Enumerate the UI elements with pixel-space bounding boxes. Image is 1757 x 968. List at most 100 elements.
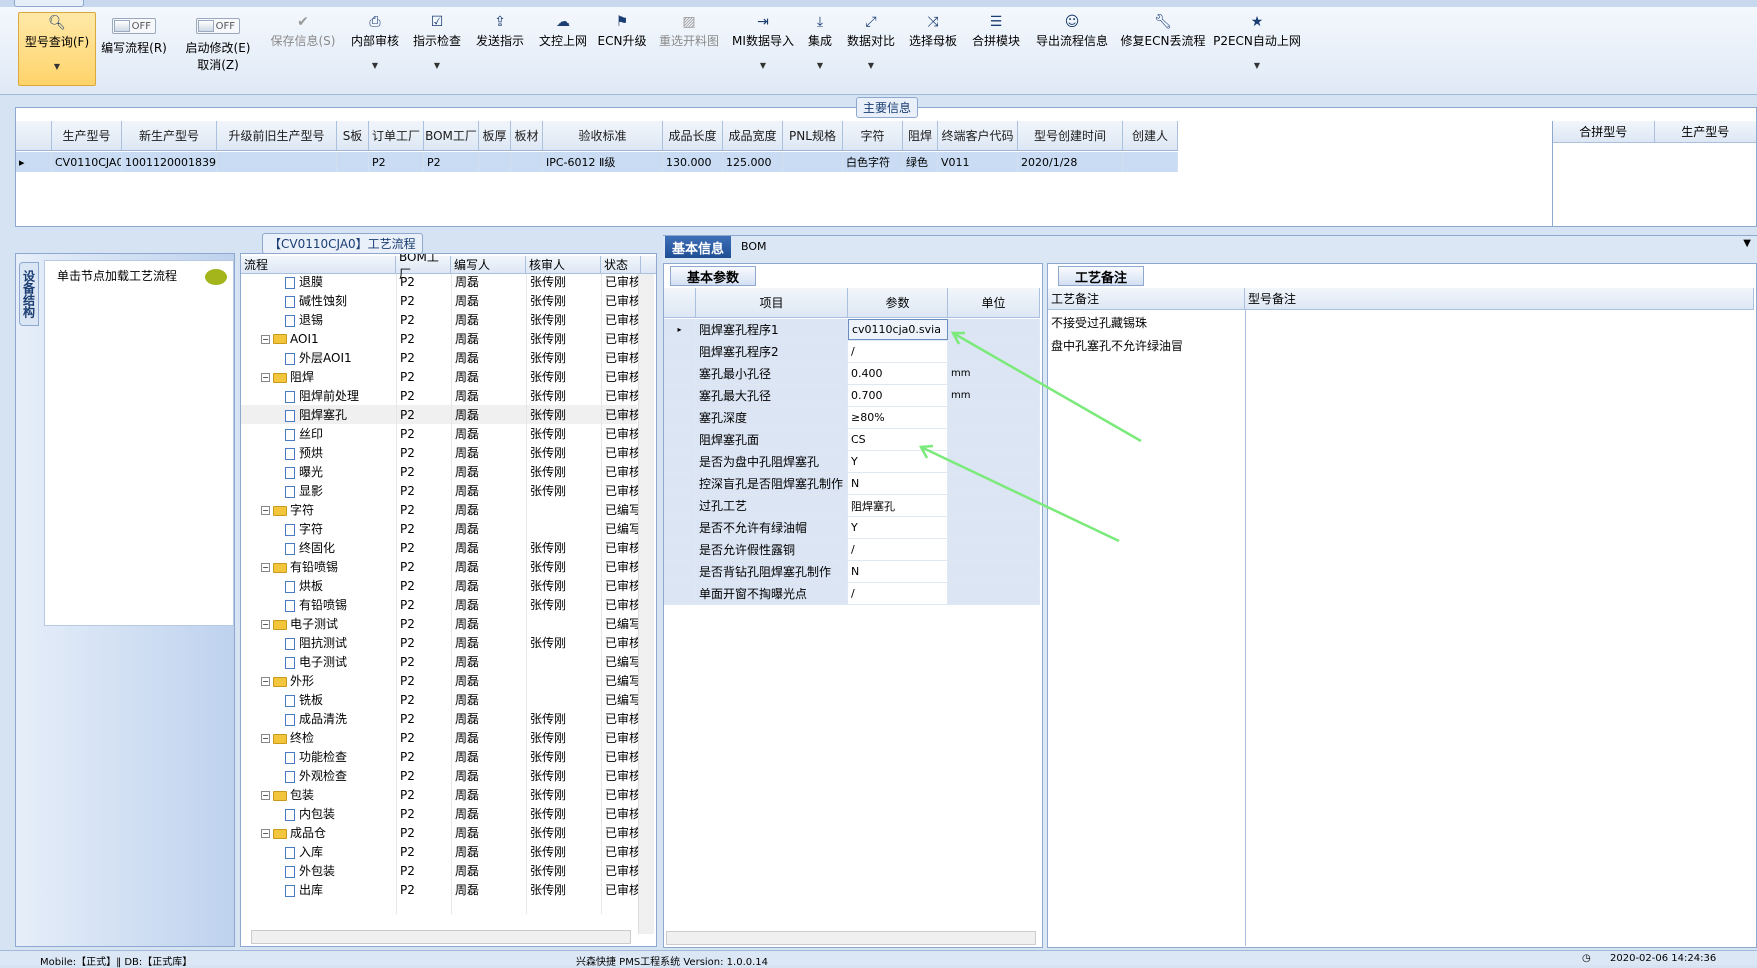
main-col-header[interactable]: PNL规格 [783, 121, 843, 150]
flow-col-header[interactable]: 核审人 [526, 256, 601, 273]
data-compare-button[interactable]: ⤢ 数据对比 ▼ [844, 12, 898, 86]
main-col-header[interactable]: 字符 [843, 121, 903, 150]
flow-row[interactable]: 出库 P2 周磊 张传刚 已审核 [241, 880, 641, 899]
flow-row[interactable]: 阻抗测试 P2 周磊 张传刚 已审核 [241, 633, 641, 652]
main-col-header[interactable]: 板厚 [479, 121, 511, 150]
merge-col-header[interactable]: 合拼型号 [1553, 121, 1655, 142]
flow-row[interactable]: 丝印 P2 周磊 张传刚 已审核 [241, 424, 641, 443]
doc-online-button[interactable]: ☁ 文控上网 [536, 12, 590, 86]
collapse-icon[interactable]: − [261, 334, 270, 344]
main-col-header[interactable]: 型号创建时间 [1018, 121, 1123, 150]
merge-module-button[interactable]: ☰ 合拼模块 [968, 12, 1024, 86]
flow-row[interactable]: 烘板 P2 周磊 张传刚 已审核 [241, 576, 641, 595]
main-cell[interactable]: 白色字符 [843, 152, 903, 172]
flow-row[interactable]: 入库 P2 周磊 张传刚 已审核 [241, 842, 641, 861]
select-mother-button[interactable]: ⤨ 选择母板 [906, 12, 960, 86]
tab-device-structure[interactable]: 设备结构 [19, 262, 39, 326]
flow-row[interactable]: 退膜 P2 周磊 张传刚 已审核 [241, 272, 641, 291]
flow-row[interactable]: 碱性蚀刻 P2 周磊 张传刚 已审核 [241, 291, 641, 310]
collapse-icon[interactable]: − [261, 506, 270, 515]
main-cell[interactable] [511, 152, 543, 172]
write-flow-toggle[interactable]: OFF 编写流程(R) [98, 12, 170, 86]
flow-row[interactable]: − 成品仓 P2 周磊 张传刚 已审核 [241, 823, 641, 842]
main-cell[interactable]: P2 [424, 152, 479, 172]
flow-row[interactable]: 电子测试 P2 周磊 已编写 [241, 652, 641, 671]
flow-row[interactable]: 外包装 P2 周磊 张传刚 已审核 [241, 861, 641, 880]
start-modify-toggle[interactable]: OFF 启动修改(E) 取消(Z) [182, 12, 254, 86]
flow-row[interactable]: 铣板 P2 周磊 已编写 [241, 690, 641, 709]
main-col-header[interactable]: 生产型号 [52, 121, 122, 150]
send-indicator-button[interactable]: ⇪ 发送指示 [472, 12, 528, 86]
main-col-header[interactable]: 订单工厂 [369, 121, 424, 150]
main-cell[interactable]: 125.000 [723, 152, 783, 172]
flow-row[interactable]: 阻焊前处理 P2 周磊 张传刚 已审核 [241, 386, 641, 405]
collapse-icon[interactable]: − [261, 829, 270, 838]
main-cell[interactable]: 2020/1/28 [1018, 152, 1123, 172]
internal-review-button[interactable]: ⎙ 内部审核 ▼ [348, 12, 402, 86]
main-cell[interactable]: 10011200018392 [122, 152, 217, 172]
main-col-header[interactable]: 成品宽度 [723, 121, 783, 150]
collapse-icon[interactable]: − [261, 563, 270, 572]
flow-row[interactable]: 内包装 P2 周磊 张传刚 已审核 [241, 804, 641, 823]
flow-row[interactable]: 终固化 P2 周磊 张传刚 已审核 [241, 538, 641, 557]
main-cell[interactable] [217, 152, 337, 172]
cancel-label[interactable]: 取消(Z) [197, 56, 239, 73]
p2ecn-auto-button[interactable]: ★ P2ECN自动上网 ▼ [1213, 12, 1301, 86]
main-cell[interactable]: 130.000 [663, 152, 723, 172]
flow-row[interactable]: − 阻焊 P2 周磊 张传刚 已审核 [241, 367, 641, 386]
app-tab[interactable] [14, 0, 84, 7]
integrate-button[interactable]: ⤓ 集成 ▼ [804, 12, 836, 86]
query-button[interactable]: 🔍︎ 型号查询(F) ▼ [18, 12, 96, 86]
flow-row[interactable]: 预烘 P2 周磊 张传刚 已审核 [241, 443, 641, 462]
main-col-header[interactable]: 新生产型号 [122, 121, 217, 150]
main-col-header[interactable]: 验收标准 [543, 121, 663, 150]
flow-row[interactable]: − 电子测试 P2 周磊 已编写 [241, 614, 641, 633]
main-cell[interactable] [783, 152, 843, 172]
flow-row[interactable]: 有铅喷锡 P2 周磊 张传刚 已审核 [241, 595, 641, 614]
main-cell[interactable]: V011 [938, 152, 1018, 172]
main-col-header[interactable]: 创建人 [1123, 121, 1178, 150]
main-cell[interactable]: CV0110CJA0 [52, 152, 122, 172]
main-col-header[interactable]: 升级前旧生产型号 [217, 121, 337, 150]
flow-row[interactable]: 退锡 P2 周磊 张传刚 已审核 [241, 310, 641, 329]
collapse-icon[interactable]: − [261, 620, 270, 629]
main-col-header[interactable]: 终端客户代码 [938, 121, 1018, 150]
main-cell[interactable] [1123, 152, 1178, 172]
collapse-icon[interactable]: − [261, 734, 270, 743]
main-col-header[interactable]: 阻焊 [903, 121, 938, 150]
collapse-icon[interactable]: − [261, 791, 270, 800]
toggle-switch[interactable]: OFF [112, 18, 156, 34]
main-cell[interactable]: 绿色 [903, 152, 938, 172]
flow-row[interactable]: 功能检查 P2 周磊 张传刚 已审核 [241, 747, 641, 766]
flow-row[interactable]: 曝光 P2 周磊 张传刚 已审核 [241, 462, 641, 481]
collapse-icon[interactable]: − [261, 677, 270, 686]
flow-row[interactable]: − 外形 P2 周磊 已编写 [241, 671, 641, 690]
flow-col-header[interactable]: 状态 [601, 256, 641, 273]
flow-row[interactable]: 外观检查 P2 周磊 张传刚 已审核 [241, 766, 641, 785]
ecn-upgrade-button[interactable]: ⚑ ECN升级 [598, 12, 647, 86]
flow-row[interactable]: 成品清洗 P2 周磊 张传刚 已审核 [241, 709, 641, 728]
flow-horizontal-scrollbar[interactable] [251, 930, 631, 944]
main-col-header[interactable]: S板 [337, 121, 369, 150]
flow-row[interactable]: − 包装 P2 周磊 张传刚 已审核 [241, 785, 641, 804]
merge-col-header[interactable]: 生产型号 [1655, 121, 1757, 142]
main-col-header[interactable]: BOM工厂 [424, 121, 479, 150]
main-cell[interactable]: P2 [369, 152, 424, 172]
flow-row[interactable]: − 终检 P2 周磊 张传刚 已审核 [241, 728, 641, 747]
main-cell[interactable] [479, 152, 511, 172]
flow-row[interactable]: 字符 P2 周磊 已编写 [241, 519, 641, 538]
flow-col-header[interactable]: 编写人 [451, 256, 526, 273]
flow-row[interactable]: 外层AOI1 P2 周磊 张传刚 已审核 [241, 348, 641, 367]
flow-row[interactable]: − 有铅喷锡 P2 周磊 张传刚 已审核 [241, 557, 641, 576]
main-col-header[interactable]: 成品长度 [663, 121, 723, 150]
flow-row[interactable]: 阻焊塞孔 P2 周磊 张传刚 已审核 [241, 405, 641, 424]
flow-col-header[interactable]: BOM工厂 [396, 254, 451, 281]
flow-row[interactable]: 显影 P2 周磊 张传刚 已审核 [241, 481, 641, 500]
main-info-row[interactable]: ▸ CV0110CJA0 10011200018392 P2 P2 IPC-6012 Ⅱ级… [16, 152, 1178, 172]
main-cell[interactable]: IPC-6012 Ⅱ级 [543, 152, 663, 172]
flow-row[interactable]: − 字符 P2 周磊 已编写 [241, 500, 641, 519]
mi-import-button[interactable]: ⇥ MI数据导入 ▼ [730, 12, 796, 86]
flow-row[interactable]: − AOI1 P2 周磊 张传刚 已审核 [241, 329, 641, 348]
collapse-icon[interactable]: − [261, 373, 270, 382]
indicator-check-button[interactable]: ☑ 指示检查 ▼ [410, 12, 464, 86]
